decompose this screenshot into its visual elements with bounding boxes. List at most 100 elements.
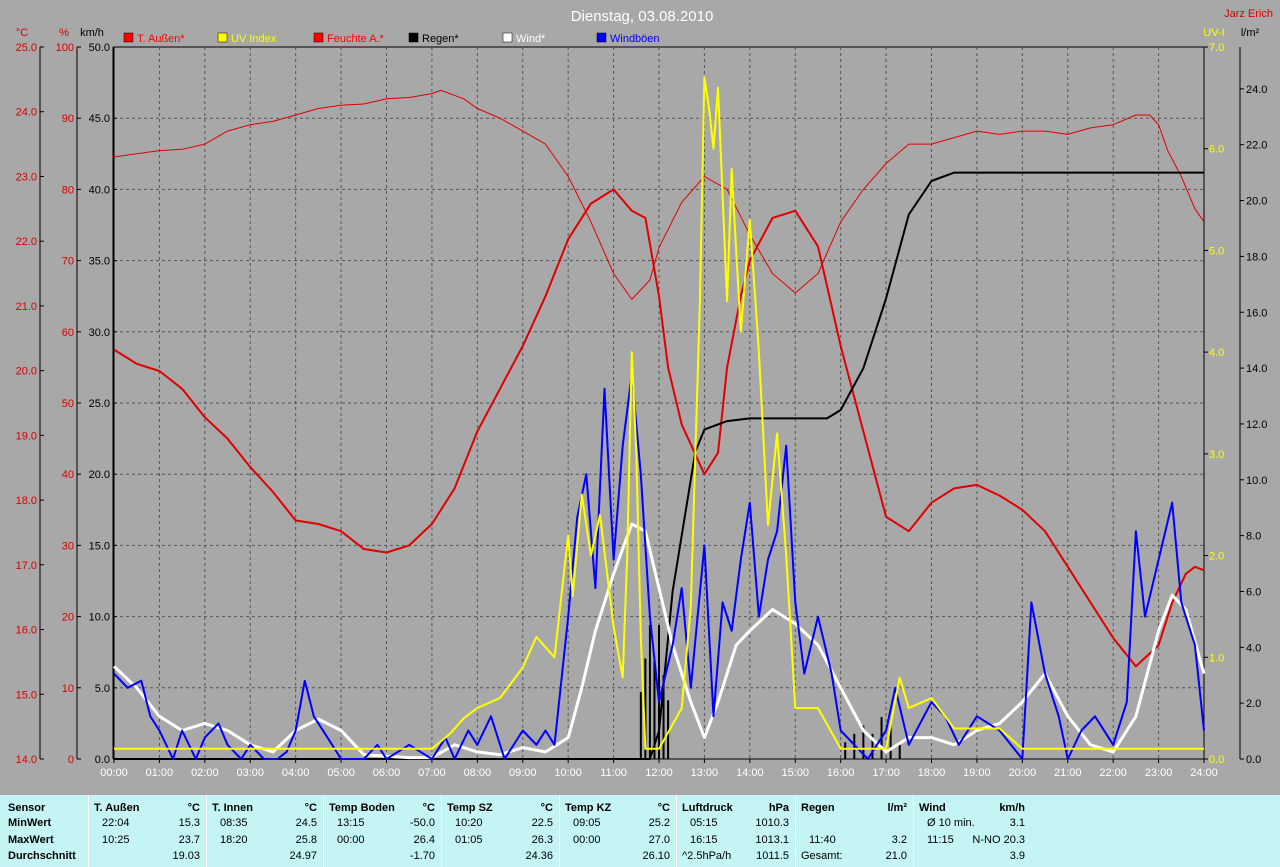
weather-chart: Dienstag, 03.08.2010 Jarz Erich °C % km/… [16,8,1273,779]
stats-max-time: 11:15 [927,834,954,846]
uv-axis-tick-label: 2.0 [1209,551,1224,563]
wind-axis-tick-label: 45.0 [89,113,110,125]
rain-axis-tick-label: 14.0 [1246,363,1267,375]
stats-min-time: 05:15 [690,817,718,829]
stats-min-value: -50.0 [409,817,435,829]
legend-swatch [596,32,607,43]
legend-label: UV Index [231,33,277,45]
stats-max-time: 00:00 [337,834,365,846]
stats-label-max: MaxWert [8,834,54,846]
stats-avg-value: 24.36 [525,850,553,862]
stats-sensor-name: T. Außen [94,802,140,814]
stats-min-value: 22.5 [531,817,553,829]
stats-min-value: 15.3 [178,817,200,829]
temp-axis-tick-label: 18.0 [16,495,37,507]
temp-axis-unit: °C [16,27,28,39]
stats-min-value: 24.5 [295,817,317,829]
stats-min-time: 13:15 [337,817,365,829]
x-tick-label: 09:00 [509,767,537,779]
legend-swatch [123,32,134,43]
x-tick-label: 04:00 [282,767,310,779]
legend-swatch [217,32,228,43]
x-tick-label: 24:00 [1190,767,1218,779]
humidity-axis-tick-label: 40 [62,469,74,481]
humidity-axis-tick-label: 60 [62,327,74,339]
humidity-axis-tick-label: 100 [56,42,74,54]
x-tick-label: 05:00 [327,767,355,779]
humidity-axis-tick-label: 80 [62,184,74,196]
temp-axis-tick-label: 25.0 [16,42,37,54]
uv-axis-tick-label: 6.0 [1209,144,1224,156]
stats-max-time: 01:05 [455,834,483,846]
statistics-panel: Sensor MinWert MaxWert Durchschnitt T. A… [0,795,1280,867]
x-tick-label: 10:00 [554,767,582,779]
stats-max-time: 11:40 [809,834,836,846]
stats-min-time: Ø 10 min. [927,817,975,829]
uv-axis-tick-label: 3.0 [1209,449,1224,461]
humidity-axis-tick-label: 10 [62,683,74,695]
stats-sensor-name: Regen [801,802,835,814]
chart-title: Dienstag, 03.08.2010 [571,8,714,25]
stats-column: Wind km/h Ø 10 min. 3.1 11:15 N-NO 20.3 3.9 [913,795,1031,867]
temp-axis-tick-label: 14.0 [16,754,37,766]
rain-axis-tick-label: 18.0 [1246,251,1267,263]
stats-sensor-unit: °C [657,802,670,814]
stats-avg-value: 3.9 [1009,850,1025,862]
stats-sensor-unit: °C [187,802,200,814]
stats-avg-value: 1011.5 [756,850,789,862]
stats-sensor-unit: km/h [999,802,1025,814]
stats-avg-value: -1.70 [409,850,435,862]
x-tick-label: 02:00 [191,767,219,779]
temp-axis-tick-label: 22.0 [16,236,37,248]
stats-min-value: 3.1 [1009,817,1025,829]
legend-label: Feuchte A.* [327,33,385,45]
stats-sensor-name: Luftdruck [682,802,733,814]
temp-axis-tick-label: 23.0 [16,171,37,183]
stats-max-value: 25.8 [295,834,317,846]
temp-axis-tick-label: 21.0 [16,301,37,313]
rain-axis-unit: l/m² [1241,27,1260,39]
stats-column: Temp KZ °C 09:05 25.2 00:00 27.0 26.10 [559,795,676,867]
x-tick-label: 00:00 [100,767,128,779]
humidity-axis-tick-label: 30 [62,540,74,552]
uv-axis-tick-label: 1.0 [1209,652,1224,664]
stats-sensor-unit: l/m² [887,802,907,814]
rain-bar [639,691,642,759]
stats-header-sensor: Sensor [8,802,46,814]
stats-sensor-name: Wind [919,802,946,814]
wind-axis-tick-label: 30.0 [89,327,110,339]
rain-axis-tick-label: 0.0 [1246,754,1261,766]
legend-label: Wind* [516,33,546,45]
rain-axis-tick-label: 24.0 [1246,84,1267,96]
temp-axis-tick-label: 16.0 [16,625,37,637]
x-tick-label: 07:00 [418,767,446,779]
stats-max-time: 10:25 [102,834,130,846]
uv-axis-tick-label: 7.0 [1209,42,1224,54]
stats-avg-value: 21.0 [885,850,907,862]
stats-min-value: 25.2 [648,817,670,829]
stats-avg-value: 26.10 [642,850,670,862]
rain-axis-tick-label: 12.0 [1246,419,1267,431]
stats-sensor-unit: °C [422,802,435,814]
humidity-axis-tick-label: 70 [62,256,74,268]
stats-max-time: 16:15 [690,834,718,846]
wind-axis-tick-label: 40.0 [89,184,110,196]
stats-min-time: 22:04 [102,817,130,829]
stats-max-time: 00:00 [573,834,601,846]
stats-max-value: N-NO 20.3 [972,834,1025,846]
rain-axis-tick-label: 6.0 [1246,586,1261,598]
x-tick-label: 16:00 [827,767,855,779]
x-tick-label: 21:00 [1054,767,1082,779]
temp-axis-tick-label: 24.0 [16,107,37,119]
stats-avg-note: ^2.5hPa/h [682,850,732,862]
x-tick-label: 23:00 [1145,767,1173,779]
uv-axis-unit: UV-I [1203,27,1224,39]
stats-max-time: 18:20 [220,834,248,846]
rain-axis-tick-label: 16.0 [1246,307,1267,319]
x-tick-label: 13:00 [691,767,719,779]
rain-axis-tick-label: 8.0 [1246,531,1261,543]
x-tick-label: 14:00 [736,767,764,779]
stats-min-time: 08:35 [220,817,248,829]
x-tick-label: 17:00 [872,767,900,779]
legend-label: Regen* [422,33,459,45]
